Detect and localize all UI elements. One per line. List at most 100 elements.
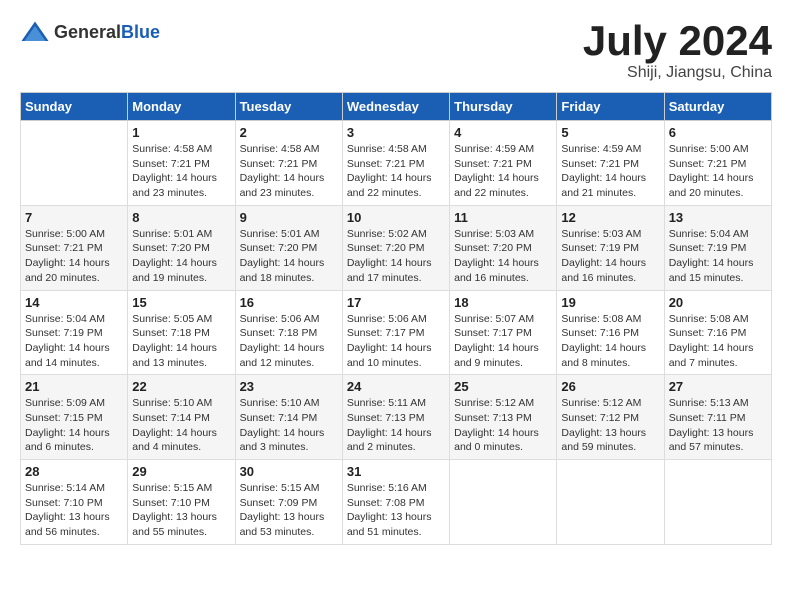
day-number: 12	[561, 210, 659, 225]
day-header-tuesday: Tuesday	[235, 93, 342, 121]
day-header-thursday: Thursday	[450, 93, 557, 121]
day-info: Sunrise: 5:09 AM Sunset: 7:15 PM Dayligh…	[25, 396, 123, 455]
day-header-wednesday: Wednesday	[342, 93, 449, 121]
day-header-friday: Friday	[557, 93, 664, 121]
calendar-cell: 18 Sunrise: 5:07 AM Sunset: 7:17 PM Dayli…	[450, 290, 557, 375]
logo-general: General	[54, 22, 121, 42]
logo-blue: Blue	[121, 22, 160, 42]
calendar-cell: 26 Sunrise: 5:12 AM Sunset: 7:12 PM Dayli…	[557, 375, 664, 460]
day-info: Sunrise: 5:04 AM Sunset: 7:19 PM Dayligh…	[669, 227, 767, 286]
day-number: 17	[347, 295, 445, 310]
calendar-cell: 29Sunrise: 5:15 AM Sunset: 7:10 PM Dayli…	[128, 460, 235, 545]
week-row-3: 14 Sunrise: 5:04 AM Sunset: 7:19 PM Dayli…	[21, 290, 772, 375]
calendar-cell	[21, 121, 128, 206]
day-number: 16	[240, 295, 338, 310]
day-number: 2	[240, 125, 338, 140]
week-row-5: 28Sunrise: 5:14 AM Sunset: 7:10 PM Dayli…	[21, 460, 772, 545]
calendar-cell	[557, 460, 664, 545]
calendar-cell: 14 Sunrise: 5:04 AM Sunset: 7:19 PM Dayli…	[21, 290, 128, 375]
day-number: 18	[454, 295, 552, 310]
week-row-2: 7Sunrise: 5:00 AM Sunset: 7:21 PM Daylig…	[21, 205, 772, 290]
day-number: 29	[132, 464, 230, 479]
day-number: 13	[669, 210, 767, 225]
day-info: Sunrise: 5:12 AM Sunset: 7:13 PM Dayligh…	[454, 396, 552, 455]
calendar-cell: 4 Sunrise: 4:59 AM Sunset: 7:21 PM Daylig…	[450, 121, 557, 206]
calendar-table: SundayMondayTuesdayWednesdayThursdayFrid…	[20, 92, 772, 545]
calendar-cell: 27Sunrise: 5:13 AM Sunset: 7:11 PM Dayli…	[664, 375, 771, 460]
calendar-cell: 16Sunrise: 5:06 AM Sunset: 7:18 PM Dayli…	[235, 290, 342, 375]
day-info: Sunrise: 5:06 AM Sunset: 7:17 PM Dayligh…	[347, 312, 445, 371]
day-info: Sunrise: 5:08 AM Sunset: 7:16 PM Dayligh…	[669, 312, 767, 371]
day-number: 25	[454, 379, 552, 394]
day-info: Sunrise: 5:05 AM Sunset: 7:18 PM Dayligh…	[132, 312, 230, 371]
day-number: 22	[132, 379, 230, 394]
day-info: Sunrise: 4:59 AM Sunset: 7:21 PM Dayligh…	[561, 142, 659, 201]
day-number: 30	[240, 464, 338, 479]
calendar-cell: 19 Sunrise: 5:08 AM Sunset: 7:16 PM Dayli…	[557, 290, 664, 375]
calendar-cell: 15 Sunrise: 5:05 AM Sunset: 7:18 PM Dayli…	[128, 290, 235, 375]
calendar-cell: 30 Sunrise: 5:15 AM Sunset: 7:09 PM Dayli…	[235, 460, 342, 545]
calendar-cell: 9Sunrise: 5:01 AM Sunset: 7:20 PM Daylig…	[235, 205, 342, 290]
calendar-cell: 25 Sunrise: 5:12 AM Sunset: 7:13 PM Dayli…	[450, 375, 557, 460]
day-info: Sunrise: 4:59 AM Sunset: 7:21 PM Dayligh…	[454, 142, 552, 201]
calendar-cell: 7Sunrise: 5:00 AM Sunset: 7:21 PM Daylig…	[21, 205, 128, 290]
calendar-cell: 21 Sunrise: 5:09 AM Sunset: 7:15 PM Dayli…	[21, 375, 128, 460]
calendar-cell: 3 Sunrise: 4:58 AM Sunset: 7:21 PM Daylig…	[342, 121, 449, 206]
day-info: Sunrise: 5:15 AM Sunset: 7:09 PM Dayligh…	[240, 481, 338, 540]
day-info: Sunrise: 5:01 AM Sunset: 7:20 PM Dayligh…	[132, 227, 230, 286]
calendar-cell: 1 Sunrise: 4:58 AM Sunset: 7:21 PM Daylig…	[128, 121, 235, 206]
day-number: 3	[347, 125, 445, 140]
calendar-cell	[664, 460, 771, 545]
day-info: Sunrise: 4:58 AM Sunset: 7:21 PM Dayligh…	[240, 142, 338, 201]
day-number: 15	[132, 295, 230, 310]
day-header-saturday: Saturday	[664, 93, 771, 121]
calendar-cell: 5 Sunrise: 4:59 AM Sunset: 7:21 PM Daylig…	[557, 121, 664, 206]
day-number: 10	[347, 210, 445, 225]
day-info: Sunrise: 5:03 AM Sunset: 7:20 PM Dayligh…	[454, 227, 552, 286]
day-number: 21	[25, 379, 123, 394]
day-number: 11	[454, 210, 552, 225]
logo: GeneralBlue	[20, 20, 160, 44]
calendar-cell: 13 Sunrise: 5:04 AM Sunset: 7:19 PM Dayli…	[664, 205, 771, 290]
day-info: Sunrise: 5:08 AM Sunset: 7:16 PM Dayligh…	[561, 312, 659, 371]
day-info: Sunrise: 5:07 AM Sunset: 7:17 PM Dayligh…	[454, 312, 552, 371]
calendar-cell: 12Sunrise: 5:03 AM Sunset: 7:19 PM Dayli…	[557, 205, 664, 290]
week-row-4: 21 Sunrise: 5:09 AM Sunset: 7:15 PM Dayli…	[21, 375, 772, 460]
day-info: Sunrise: 5:13 AM Sunset: 7:11 PM Dayligh…	[669, 396, 767, 455]
day-info: Sunrise: 5:12 AM Sunset: 7:12 PM Dayligh…	[561, 396, 659, 455]
calendar-cell: 31Sunrise: 5:16 AM Sunset: 7:08 PM Dayli…	[342, 460, 449, 545]
day-info: Sunrise: 5:02 AM Sunset: 7:20 PM Dayligh…	[347, 227, 445, 286]
calendar-cell: 8Sunrise: 5:01 AM Sunset: 7:20 PM Daylig…	[128, 205, 235, 290]
calendar-cell: 6Sunrise: 5:00 AM Sunset: 7:21 PM Daylig…	[664, 121, 771, 206]
day-info: Sunrise: 5:04 AM Sunset: 7:19 PM Dayligh…	[25, 312, 123, 371]
day-number: 1	[132, 125, 230, 140]
day-info: Sunrise: 5:00 AM Sunset: 7:21 PM Dayligh…	[669, 142, 767, 201]
week-row-1: 1 Sunrise: 4:58 AM Sunset: 7:21 PM Daylig…	[21, 121, 772, 206]
day-number: 23	[240, 379, 338, 394]
day-number: 24	[347, 379, 445, 394]
month-title: July 2024	[583, 20, 772, 62]
day-number: 9	[240, 210, 338, 225]
calendar-cell: 23 Sunrise: 5:10 AM Sunset: 7:14 PM Dayli…	[235, 375, 342, 460]
day-header-sunday: Sunday	[21, 93, 128, 121]
calendar-cell	[450, 460, 557, 545]
calendar-cell: 11 Sunrise: 5:03 AM Sunset: 7:20 PM Dayli…	[450, 205, 557, 290]
day-info: Sunrise: 4:58 AM Sunset: 7:21 PM Dayligh…	[347, 142, 445, 201]
day-number: 31	[347, 464, 445, 479]
day-info: Sunrise: 5:10 AM Sunset: 7:14 PM Dayligh…	[132, 396, 230, 455]
day-header-monday: Monday	[128, 93, 235, 121]
day-info: Sunrise: 5:14 AM Sunset: 7:10 PM Dayligh…	[25, 481, 123, 540]
calendar-cell: 17 Sunrise: 5:06 AM Sunset: 7:17 PM Dayli…	[342, 290, 449, 375]
day-number: 4	[454, 125, 552, 140]
day-number: 7	[25, 210, 123, 225]
day-number: 20	[669, 295, 767, 310]
calendar-cell: 24Sunrise: 5:11 AM Sunset: 7:13 PM Dayli…	[342, 375, 449, 460]
day-number: 19	[561, 295, 659, 310]
day-number: 14	[25, 295, 123, 310]
day-info: Sunrise: 4:58 AM Sunset: 7:21 PM Dayligh…	[132, 142, 230, 201]
day-number: 5	[561, 125, 659, 140]
day-info: Sunrise: 5:10 AM Sunset: 7:14 PM Dayligh…	[240, 396, 338, 455]
logo-icon	[20, 20, 50, 44]
day-number: 26	[561, 379, 659, 394]
calendar-cell: 20 Sunrise: 5:08 AM Sunset: 7:16 PM Dayli…	[664, 290, 771, 375]
